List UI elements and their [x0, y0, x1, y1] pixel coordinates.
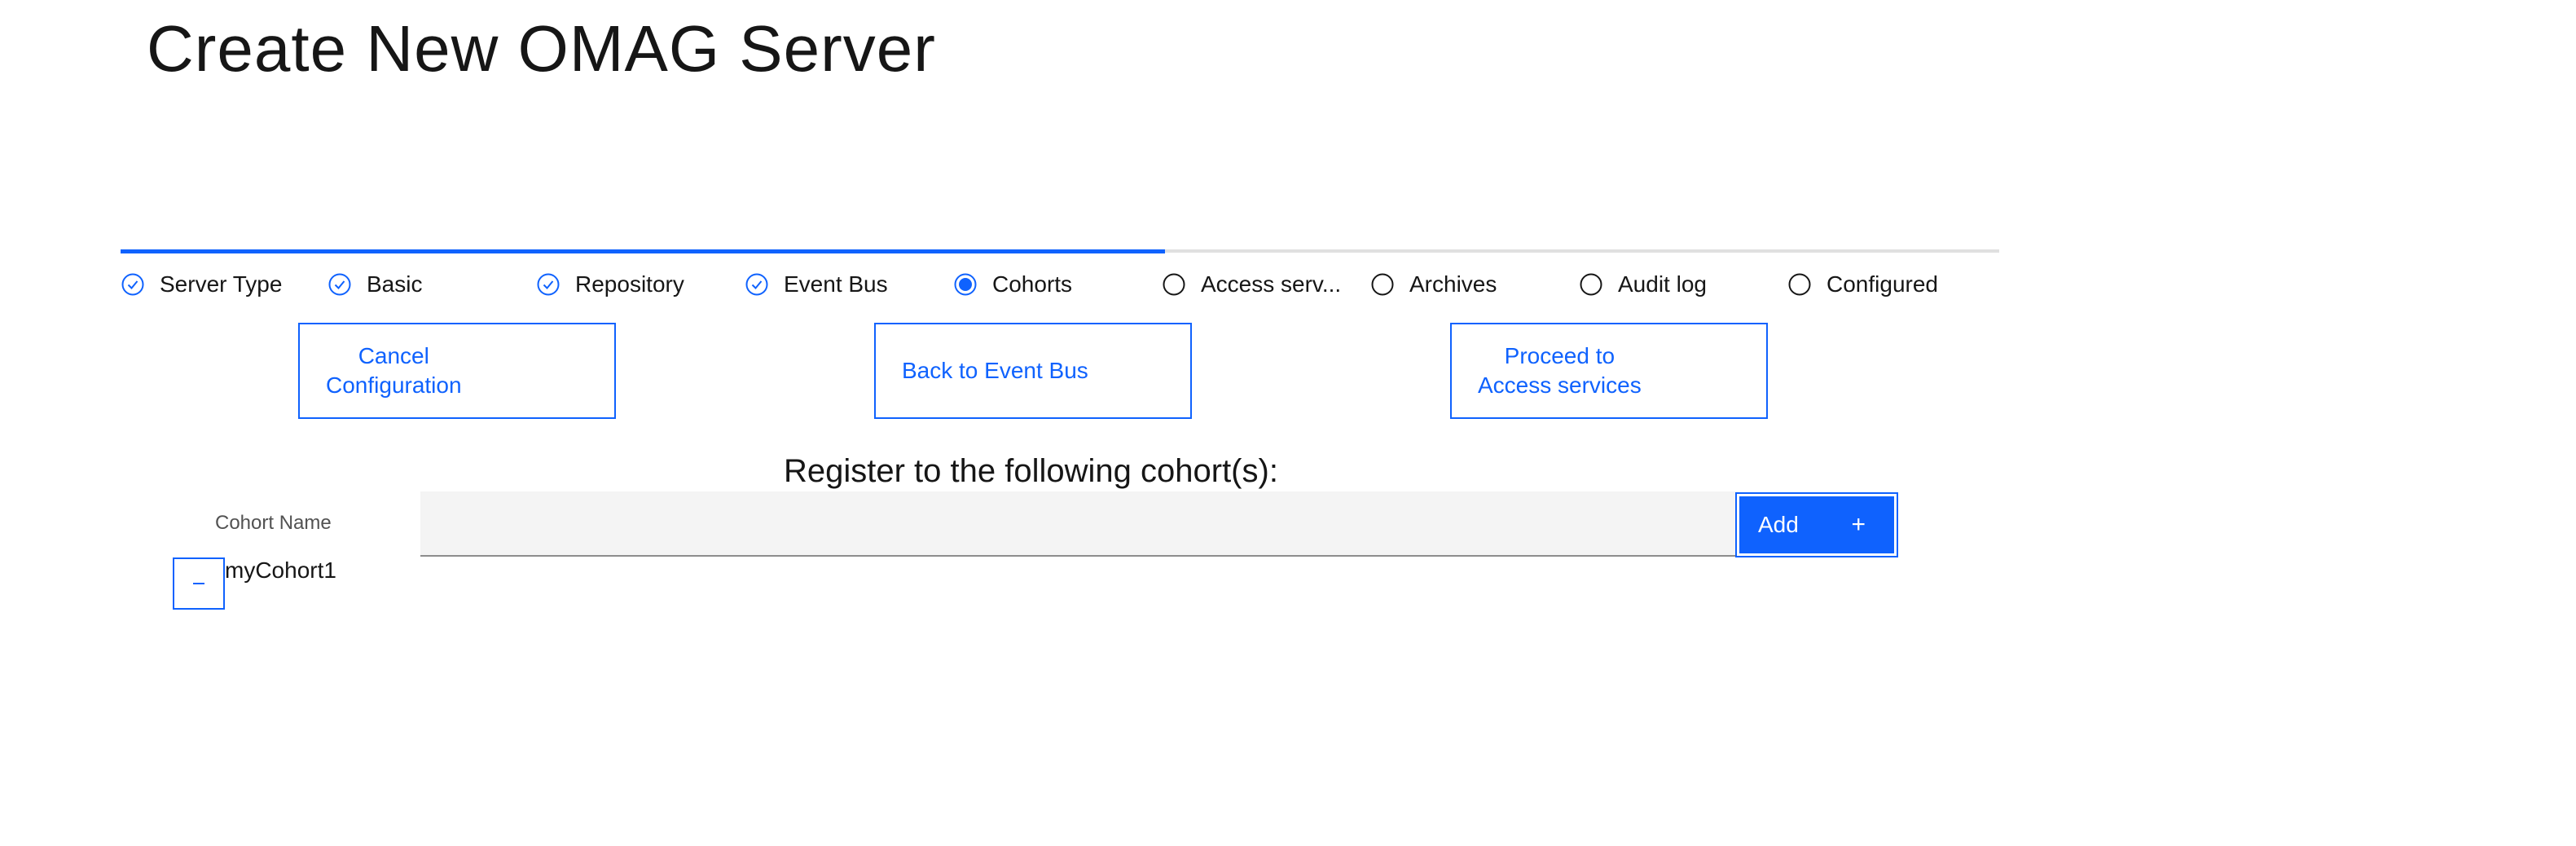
step-label: Repository	[575, 271, 684, 297]
incomplete-step-icon	[1163, 273, 1185, 296]
step-access-services[interactable]: Access serv...	[1162, 262, 1341, 306]
step-archives[interactable]: Archives	[1370, 262, 1497, 306]
step-server-type[interactable]: Server Type	[121, 262, 282, 306]
checkmark-outline-icon	[537, 273, 560, 296]
checkmark-outline-icon	[745, 273, 768, 296]
step-label: Access serv...	[1201, 271, 1342, 297]
step-label: Server Type	[160, 271, 283, 297]
step-basic[interactable]: Basic	[327, 262, 422, 306]
incomplete-step-icon	[1580, 273, 1602, 296]
cohort-name-input[interactable]	[420, 491, 1739, 557]
step-cohorts[interactable]: Cohorts	[953, 262, 1072, 306]
checkmark-outline-icon	[121, 273, 144, 296]
step-event-bus[interactable]: Event Bus	[745, 262, 888, 306]
checkmark-outline-icon	[328, 273, 351, 296]
page-title: Create New OMAG Server	[147, 12, 936, 85]
step-label: Cohorts	[992, 271, 1073, 297]
step-label: Audit log	[1618, 271, 1707, 297]
progress-fill	[121, 249, 1165, 253]
cohort-name-label: Cohort Name	[215, 512, 332, 534]
step-label: Event Bus	[784, 271, 888, 297]
step-label: Archives	[1409, 271, 1497, 297]
step-configured[interactable]: Configured	[1787, 262, 1938, 306]
incomplete-step-icon	[1788, 273, 1811, 296]
add-cohort-button[interactable]: Add +	[1735, 492, 1898, 557]
remove-cohort-button[interactable]	[173, 557, 225, 610]
step-repository[interactable]: Repository	[536, 262, 684, 306]
cohort-list-item: myCohort1	[225, 557, 336, 583]
incomplete-step-icon	[1371, 273, 1394, 296]
progress-indicator: Server Type Basic Repository Event Bus C…	[121, 249, 1999, 315]
back-to-event-bus-button[interactable]: Back to Event Bus	[874, 323, 1192, 419]
cohorts-heading: Register to the following cohort(s):	[784, 453, 1278, 489]
add-button-label: Add	[1758, 512, 1799, 537]
subtract-icon	[193, 583, 204, 584]
add-icon: +	[1851, 511, 1866, 538]
proceed-to-access-services-button[interactable]: Proceed to Access services	[1450, 323, 1768, 419]
step-audit-log[interactable]: Audit log	[1579, 262, 1707, 306]
current-step-icon	[954, 273, 977, 296]
cancel-configuration-button[interactable]: Cancel Configuration	[298, 323, 616, 419]
step-label: Configured	[1826, 271, 1938, 297]
step-label: Basic	[367, 271, 423, 297]
